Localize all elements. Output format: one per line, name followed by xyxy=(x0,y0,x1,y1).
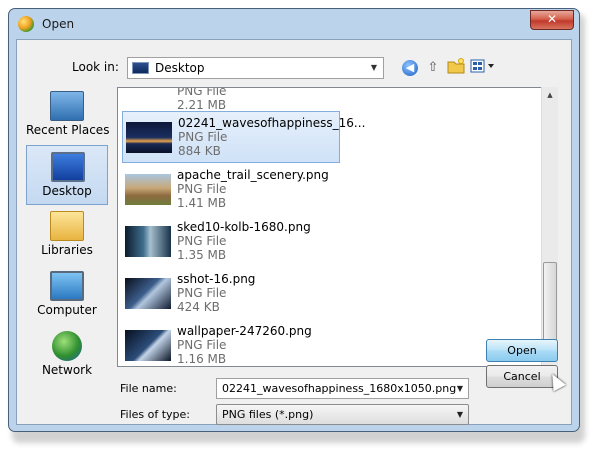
file-type: PNG File xyxy=(177,286,227,300)
file-size: 884 KB xyxy=(178,144,221,158)
file-item[interactable]: 02241_wavesofhappiness_16... PNG File 88… xyxy=(122,111,365,163)
image-thumbnail xyxy=(125,278,171,309)
chevron-down-icon[interactable]: ▼ xyxy=(452,379,468,398)
chevron-down-icon[interactable]: ▼ xyxy=(365,58,383,78)
place-label: Computer xyxy=(37,303,97,317)
look-in-label: Look in: xyxy=(72,60,119,74)
file-name: sked10-kolb-1680.png xyxy=(177,220,311,234)
place-libraries[interactable]: Libraries xyxy=(26,205,108,265)
views-menu-icon[interactable] xyxy=(469,58,497,78)
file-name: sshot-16.png xyxy=(177,272,256,286)
window-title: Open xyxy=(42,17,75,31)
file-item[interactable]: wallpaper-247260.png PNG File 1.16 MB xyxy=(122,320,340,366)
image-thumbnail xyxy=(126,122,172,153)
file-item[interactable]: sked10-kolb-1680.png PNG File 1.35 MB xyxy=(122,216,340,268)
scroll-up-arrow-icon[interactable]: ▲ xyxy=(542,87,558,103)
chevron-down-icon[interactable]: ▼ xyxy=(452,405,468,424)
up-folder-icon[interactable]: ⇧ xyxy=(423,58,443,78)
place-label: Desktop xyxy=(42,184,92,198)
vertical-scrollbar[interactable]: ▲ ▼ xyxy=(541,87,558,367)
file-type-dropdown[interactable]: PNG files (*.png) ▼ xyxy=(216,404,469,425)
file-item[interactable]: apache_trail_scenery.png PNG File 1.41 M… xyxy=(122,164,340,216)
file-name-label: File name: xyxy=(120,382,177,395)
place-recent-places[interactable]: Recent Places xyxy=(26,85,110,145)
look-in-value: Desktop xyxy=(155,61,205,75)
file-type: PNG File xyxy=(177,234,227,248)
file-type: PNG File xyxy=(178,130,228,144)
file-type: PNG File xyxy=(177,338,227,352)
image-thumbnail xyxy=(125,226,171,257)
file-size: 1.16 MB xyxy=(177,352,227,366)
file-name-value: 02241_wavesofhappiness_1680x1050.png xyxy=(222,382,457,395)
file-size: 1.35 MB xyxy=(177,248,227,262)
network-icon xyxy=(52,331,82,361)
look-in-dropdown[interactable]: Desktop ▼ xyxy=(127,57,384,79)
new-folder-icon[interactable] xyxy=(446,58,466,78)
back-arrow-icon[interactable]: ◀ xyxy=(400,58,420,78)
file-type: PNG File xyxy=(177,182,227,196)
place-computer[interactable]: Computer xyxy=(26,265,108,325)
file-name: 02241_wavesofhappiness_16... xyxy=(178,116,366,130)
file-size: 2.21 MB xyxy=(177,98,227,112)
desktop-icon xyxy=(132,62,149,74)
file-type: PNG File xyxy=(177,87,227,98)
libraries-icon xyxy=(50,211,84,241)
file-name: apache_trail_scenery.png xyxy=(177,168,329,182)
computer-icon xyxy=(50,271,84,301)
file-type-label: Files of type: xyxy=(120,408,191,421)
file-list[interactable]: PNG File 2.21 MB 02241_wavesofhappiness_… xyxy=(117,87,558,367)
places-bar: Recent Places Desktop Libraries Computer… xyxy=(26,85,110,377)
recent-places-icon xyxy=(50,91,84,121)
file-item[interactable]: sshot-16.png PNG File 424 KB xyxy=(122,268,340,320)
file-name: wallpaper-247260.png xyxy=(177,324,312,338)
place-label: Libraries xyxy=(41,243,93,257)
file-size: 424 KB xyxy=(177,300,220,314)
file-name-input[interactable]: 02241_wavesofhappiness_1680x1050.png ▼ xyxy=(216,378,469,399)
desktop-icon xyxy=(51,152,85,182)
place-label: Network xyxy=(41,363,93,377)
place-desktop[interactable]: Desktop xyxy=(26,145,108,205)
file-type-value: PNG files (*.png) xyxy=(222,408,314,421)
scroll-thumb[interactable] xyxy=(543,262,557,348)
title-bar[interactable]: Open ✕ xyxy=(9,9,579,39)
image-thumbnail xyxy=(125,330,171,361)
image-thumbnail xyxy=(125,174,171,205)
close-button[interactable]: ✕ xyxy=(530,10,574,30)
open-button[interactable]: Open xyxy=(486,339,558,362)
place-network[interactable]: Network xyxy=(26,325,108,385)
place-label: Recent Places xyxy=(26,123,110,137)
file-size: 1.41 MB xyxy=(177,196,227,210)
app-icon xyxy=(18,16,34,32)
